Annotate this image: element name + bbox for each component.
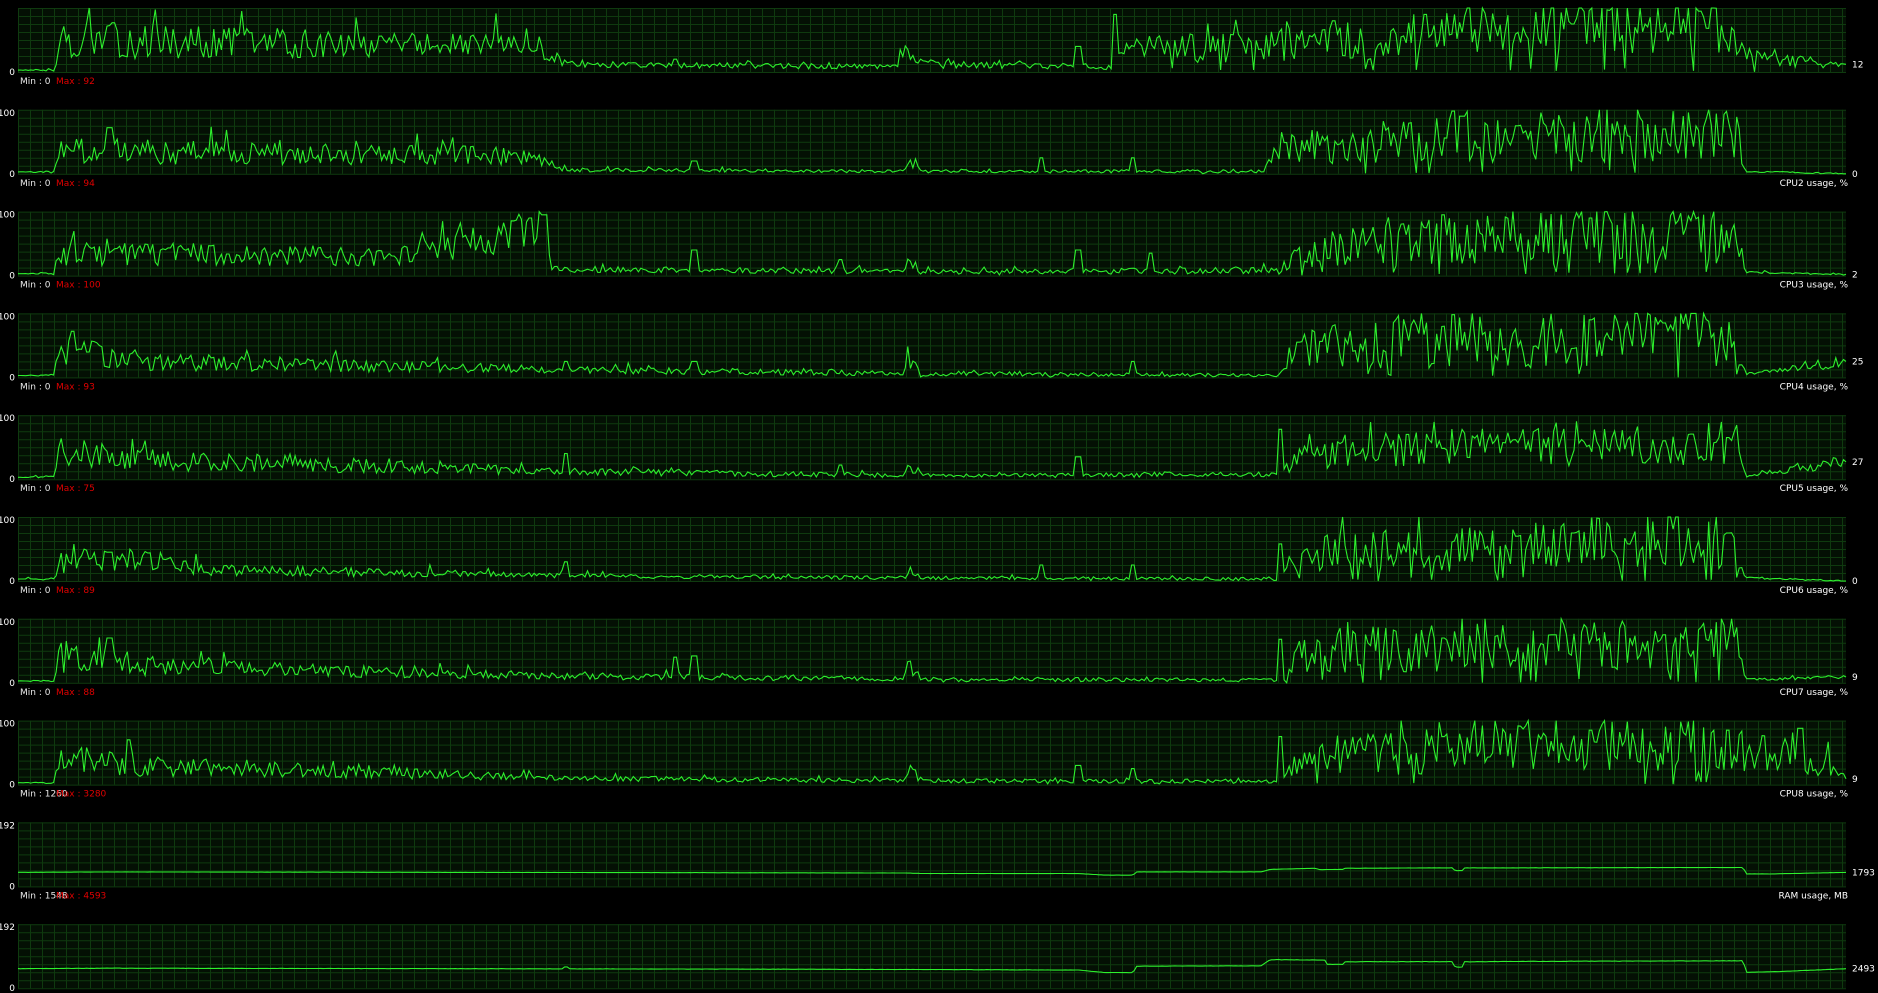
current-value-label: 2 xyxy=(1852,270,1858,280)
y-axis-top-label: 100 xyxy=(0,618,15,628)
panel-title: CPU4 usage, % xyxy=(1780,382,1849,392)
max-value-label: Max : 88 xyxy=(56,688,95,698)
panel-title: CPU6 usage, % xyxy=(1780,586,1849,596)
y-axis-bottom-label: 0 xyxy=(9,984,15,993)
y-axis-bottom-label: 0 xyxy=(9,272,15,282)
current-value-label: 9 xyxy=(1852,673,1858,683)
y-axis-bottom-label: 0 xyxy=(9,882,15,892)
max-value-label: Max : 4593 xyxy=(56,891,106,901)
max-value-label: Max : 94 xyxy=(56,179,95,189)
max-value-label: Max : 92 xyxy=(56,77,95,87)
max-value-label: Max : 3280 xyxy=(56,790,107,800)
current-value-label: 2493 xyxy=(1852,965,1875,975)
y-axis-bottom-label: 0 xyxy=(9,68,15,78)
performance-monitor: 0 12 Min : 0 Max : 92 100 0 0 Min : 0 Max : 94 CP… xyxy=(0,6,1875,993)
max-value-label: Max : 75 xyxy=(56,484,95,494)
y-axis-top-label: 100 xyxy=(0,414,15,424)
y-axis-top-label: 100 xyxy=(0,211,15,221)
monitor-panel-5: 100 0 0 Min : 0 Max : 89 CPU6 usage, % xyxy=(0,516,1858,596)
y-axis-top-label: 100 xyxy=(0,109,15,119)
min-value-label: Min : 0 xyxy=(20,586,51,596)
monitor-panel-2: 100 0 2 Min : 0 Max : 100 CPU3 usage, % xyxy=(0,209,1858,291)
current-value-label: 25 xyxy=(1852,357,1863,367)
min-value-label: Min : 0 xyxy=(20,484,51,494)
y-axis-bottom-label: 0 xyxy=(9,679,15,689)
max-value-label: Max : 100 xyxy=(56,281,101,291)
current-value-label: 0 xyxy=(1852,577,1858,587)
y-axis-bottom-label: 0 xyxy=(9,577,15,587)
y-axis-top-label: 8192 xyxy=(0,923,15,933)
panel-title: RAM usage, MB xyxy=(1779,891,1849,901)
current-value-label: 1793 xyxy=(1852,868,1875,878)
panel-title: CPU2 usage, % xyxy=(1780,179,1849,189)
y-axis-top-label: 100 xyxy=(0,720,15,730)
monitor-panel-0: 0 12 Min : 0 Max : 92 xyxy=(9,6,1863,87)
current-value-label: 27 xyxy=(1852,458,1863,468)
panel-title: CPU5 usage, % xyxy=(1780,484,1849,494)
min-value-label: Min : 0 xyxy=(20,281,51,291)
min-value-label: Min : 0 xyxy=(20,77,51,87)
y-axis-top-label: 8192 xyxy=(0,821,15,831)
monitor-panel-7: 10009Min : 1260Max : 3280 CPU8 usage, % xyxy=(0,718,1858,800)
current-value-label: 9 xyxy=(1852,775,1858,785)
y-axis-bottom-label: 0 xyxy=(9,475,15,485)
current-value-label: 0 xyxy=(1852,170,1858,180)
min-value-label: Min : 0 xyxy=(20,688,51,698)
panel-title: CPU8 usage, % xyxy=(1780,790,1849,800)
monitor-panel-4: 100 0 27 Min : 0 Max : 75 CPU5 usage, % xyxy=(0,414,1863,494)
max-value-label: Max : 93 xyxy=(56,382,95,392)
monitor-panel-1: 100 0 0 Min : 0 Max : 94 CPU2 usage, % xyxy=(0,109,1858,189)
current-value-label: 12 xyxy=(1852,60,1863,70)
panel-title: CPU3 usage, % xyxy=(1780,281,1849,291)
min-value-label: Min : 0 xyxy=(20,179,51,189)
y-axis-bottom-label: 0 xyxy=(9,170,15,180)
monitor-panel-8: 819201793Min : 1548Max : 4593RAM usage, … xyxy=(0,821,1875,901)
min-value-label: Min : 0 xyxy=(20,382,51,392)
y-axis-bottom-label: 0 xyxy=(9,781,15,791)
monitor-panel-3: 100 0 25 Min : 0 Max : 93 CPU4 usage, % xyxy=(0,311,1863,392)
y-axis-top-label: 100 xyxy=(0,516,15,526)
panel-title: CPU7 usage, % xyxy=(1780,688,1849,698)
y-axis-bottom-label: 0 xyxy=(9,373,15,383)
monitor-panel-9: 819202493Pagefile usage, MB xyxy=(0,923,1875,993)
y-axis-top-label: 100 xyxy=(0,312,15,322)
max-value-label: Max : 89 xyxy=(56,586,95,596)
monitor-panel-6: 100 0 9 Min : 0 Max : 88 CPU7 usage, % xyxy=(0,616,1858,698)
